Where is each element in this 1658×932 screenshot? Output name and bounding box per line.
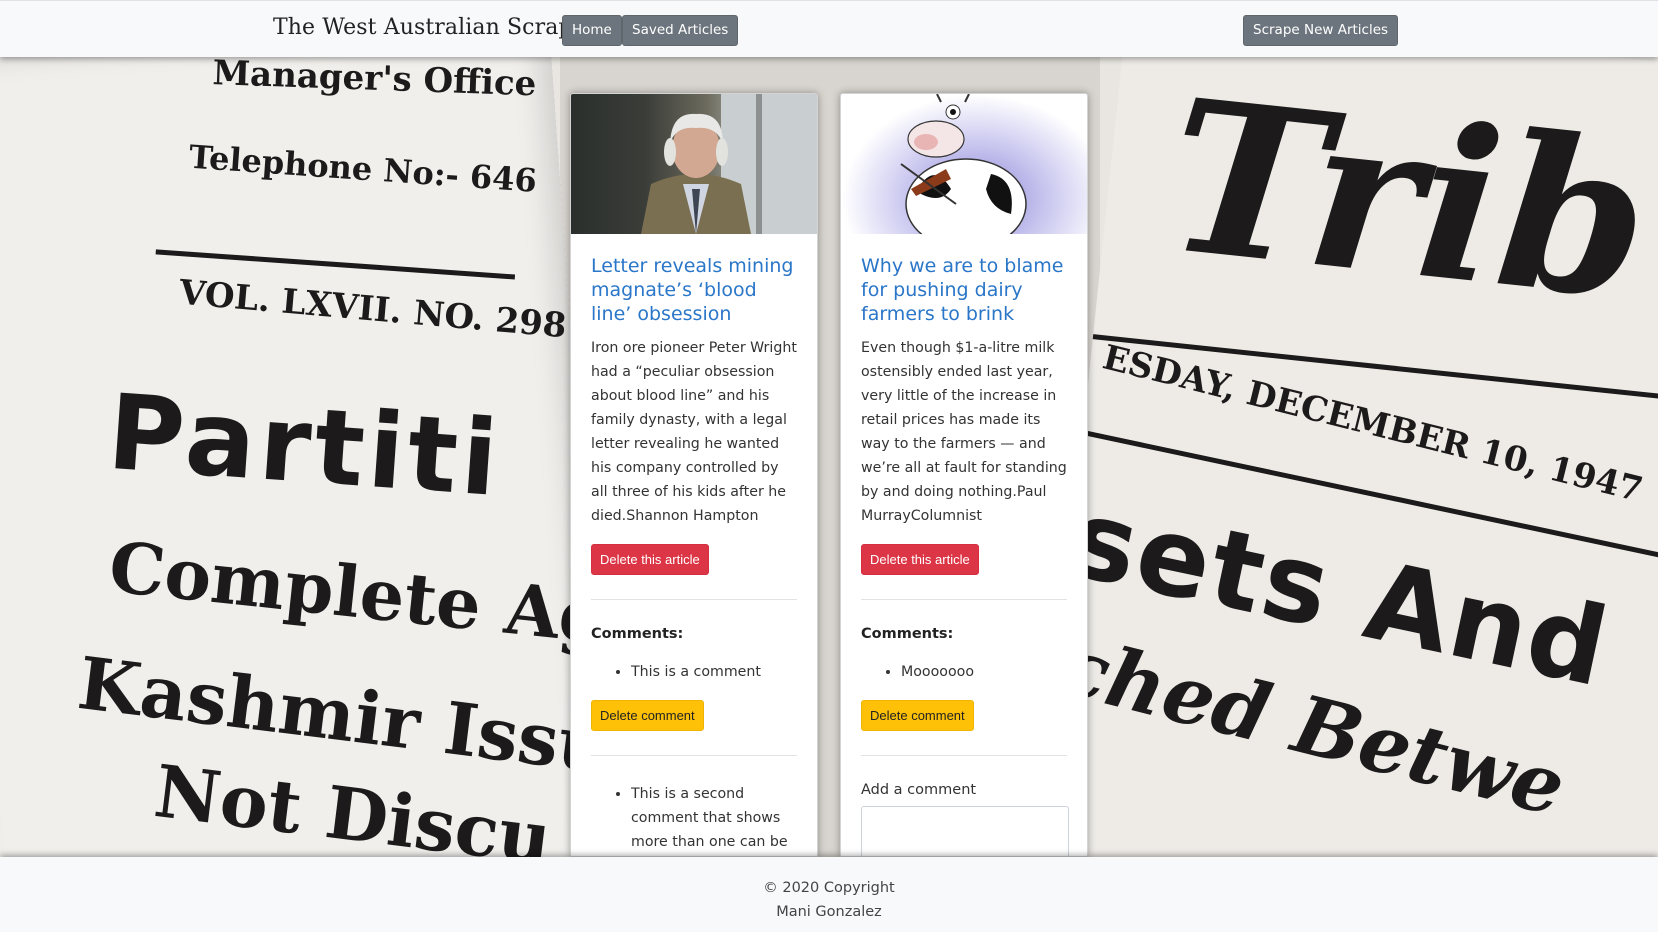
comment-list: This is a comment (591, 660, 797, 684)
background-text: Trib (1157, 57, 1658, 348)
background-paper-right: Trib ESDAY, DECEMBER 10, 1947 sets And c… (1035, 57, 1658, 857)
comment-list: Mooooooo (861, 660, 1067, 684)
comment-list: This is a second comment that shows more… (591, 782, 797, 854)
background-text: Kashmir Issu (73, 640, 616, 790)
newspaper-background-image: Manager's Office Telephone No:- 646 VOL.… (0, 57, 1658, 857)
article-summary: Even though $1-a-litre milk ostensibly e… (861, 340, 1067, 524)
article-image (841, 94, 1087, 234)
scrape-new-articles-button[interactable]: Scrape New Articles (1243, 15, 1399, 46)
home-button[interactable]: Home (562, 15, 622, 46)
divider (861, 599, 1067, 600)
divider (861, 755, 1067, 756)
add-comment-label: Add a comment (861, 782, 977, 798)
footer-copyright: © 2020 Copyright (763, 880, 895, 896)
delete-comment-button[interactable]: Delete comment (861, 700, 974, 731)
delete-article-button[interactable]: Delete this article (591, 544, 709, 575)
article-image (571, 94, 817, 234)
comment-item: This is a second comment that shows more… (631, 782, 797, 854)
background-paper-left: Manager's Office Telephone No:- 646 VOL.… (0, 57, 616, 857)
saved-articles-button[interactable]: Saved Articles (622, 15, 739, 46)
background-text: Partiti (104, 370, 506, 521)
article-card: Why we are to blame for pushing dairy fa… (840, 93, 1088, 857)
article-title-link[interactable]: Why we are to blame for pushing dairy fa… (861, 254, 1067, 326)
delete-article-button[interactable]: Delete this article (861, 544, 979, 575)
comment-item: Mooooooo (901, 660, 1067, 684)
brand-title[interactable]: The West Australian Scraper (273, 15, 596, 40)
background-text: Manager's Office (211, 57, 537, 105)
comments-heading: Comments: (591, 626, 684, 642)
delete-comment-button[interactable]: Delete comment (591, 700, 704, 731)
article-card: Letter reveals mining magnate’s ‘blood l… (570, 93, 818, 857)
background-text: Complete Ag (105, 525, 613, 661)
navbar: The West Australian Scraper Home Saved A… (0, 0, 1658, 57)
man-photo-icon (641, 94, 817, 234)
comments-heading: Comments: (861, 626, 954, 642)
article-summary: Iron ore pioneer Peter Wright had a “pec… (591, 340, 797, 524)
background-text: VOL. LXVII. NO. 298 (177, 272, 569, 347)
footer: © 2020 Copyright Mani Gonzalez (0, 857, 1658, 932)
comment-item: This is a comment (631, 660, 797, 684)
cow-violin-illustration-icon (900, 94, 1027, 234)
divider (591, 599, 797, 600)
divider (591, 755, 797, 756)
footer-author: Mani Gonzalez (776, 904, 882, 920)
article-title-link[interactable]: Letter reveals mining magnate’s ‘blood l… (591, 254, 797, 326)
background-text: Telephone No:- 646 (187, 137, 539, 200)
add-comment-input[interactable] (861, 806, 1069, 856)
